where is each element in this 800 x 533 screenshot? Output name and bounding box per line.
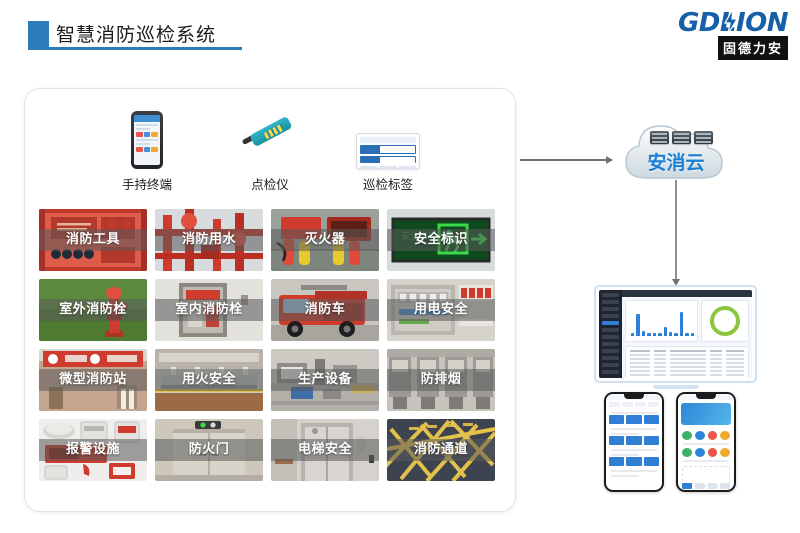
smartphone-list-view-icon[interactable] bbox=[604, 392, 664, 492]
header-accent-block bbox=[28, 21, 49, 50]
inspection-item-label: 消防车 bbox=[271, 299, 379, 321]
inspection-item[interactable]: 消防车 bbox=[271, 279, 379, 341]
device-inspection-wand: 点检仪 bbox=[230, 107, 310, 193]
inspection-item-label: 消防通道 bbox=[387, 439, 495, 461]
inspection-item-label: 微型消防站 bbox=[39, 369, 147, 391]
inspection-item[interactable]: 灭火器 bbox=[271, 209, 379, 271]
inspection-item-label: 用火安全 bbox=[155, 369, 263, 391]
inspection-item[interactable]: 消防用水 bbox=[155, 209, 263, 271]
inspection-item-label: 室内消防栓 bbox=[155, 299, 263, 321]
management-platform-monitor[interactable] bbox=[594, 285, 757, 389]
device-label: 点检仪 bbox=[251, 177, 289, 192]
inspection-item-label: 用电安全 bbox=[387, 299, 495, 321]
inspection-item[interactable]: 生产设备 bbox=[271, 349, 379, 411]
inspection-row: 室外消防栓 室内消防栓 消防车 用电安全 bbox=[39, 279, 501, 341]
dashboard-body bbox=[621, 290, 752, 378]
dashboard-sidebar bbox=[599, 290, 622, 378]
inspection-item-label: 电梯安全 bbox=[271, 439, 379, 461]
inspection-row: 报警设施 防火门 电梯安全 消防通道 bbox=[39, 419, 501, 481]
inspection-item[interactable]: 用电安全 bbox=[387, 279, 495, 341]
dashboard-topbar bbox=[621, 290, 752, 297]
inspection-item-label: 生产设备 bbox=[271, 369, 379, 391]
inspection-item-label: 安全标识 bbox=[387, 229, 495, 251]
monitor-stand bbox=[652, 385, 699, 389]
lightning-bolt-icon bbox=[724, 9, 738, 34]
inspection-item-grid: 消防工具 消防用水 灭火器 安全标识 室外消防栓 室内消防栓 消防车 用电安全 … bbox=[39, 209, 501, 489]
inspection-item[interactable]: 消防通道 bbox=[387, 419, 495, 481]
inspection-item[interactable]: 室外消防栓 bbox=[39, 279, 147, 341]
logo-wordmark-row: GDLION bbox=[653, 8, 789, 38]
logo-subtext: 固德力安 bbox=[717, 36, 788, 60]
mobile-apps bbox=[600, 392, 760, 492]
device-handheld-terminal: 手持终端 bbox=[107, 107, 187, 193]
inspection-row: 微型消防站 用火安全 生产设备 防排烟 bbox=[39, 349, 501, 411]
dashboard-bar-chart bbox=[624, 300, 699, 342]
arrow-cloud-to-platform bbox=[672, 180, 680, 286]
inspection-item[interactable]: 电梯安全 bbox=[271, 419, 379, 481]
page-title: 智慧消防巡检系统 bbox=[56, 24, 217, 46]
inspection-item-label: 报警设施 bbox=[39, 439, 147, 461]
inspection-tag-icon bbox=[343, 107, 433, 170]
cloud-label: 安消云 bbox=[647, 152, 705, 174]
inspection-item-label: 消防用水 bbox=[155, 229, 263, 251]
inspection-item[interactable]: 报警设施 bbox=[39, 419, 147, 481]
server-rack-icon bbox=[650, 131, 669, 144]
header-underline bbox=[40, 47, 242, 50]
inspection-item-label: 室外消防栓 bbox=[39, 299, 147, 321]
inspection-panel: 手持终端 点检仪 巡检标签 消防工具 消防用水 灭火器 安全标识 室外消防栓 室… bbox=[24, 88, 516, 512]
inspection-item[interactable]: 微型消防站 bbox=[39, 349, 147, 411]
inspection-item[interactable]: 室内消防栓 bbox=[155, 279, 263, 341]
inspection-item[interactable]: 防排烟 bbox=[387, 349, 495, 411]
inspection-item[interactable]: 用火安全 bbox=[155, 349, 263, 411]
desktop-monitor-icon bbox=[594, 285, 757, 383]
page-header: 智慧消防巡检系统 GDLION 固德力安 bbox=[0, 0, 800, 70]
handheld-terminal-icon bbox=[107, 107, 187, 169]
inspection-wand-icon bbox=[230, 107, 310, 169]
cloud-platform[interactable]: 安消云 bbox=[620, 112, 732, 184]
brand-logo: GDLION 固德力安 bbox=[653, 8, 789, 60]
device-inspection-tag: 巡检标签 bbox=[343, 107, 433, 193]
smartphone-home-view-icon[interactable] bbox=[676, 392, 736, 492]
arrow-devices-to-cloud bbox=[520, 156, 613, 164]
inspection-item-label: 消防工具 bbox=[39, 229, 147, 251]
inspection-item-label: 防排烟 bbox=[387, 369, 495, 391]
device-label: 巡检标签 bbox=[362, 177, 413, 192]
server-rack-icon bbox=[672, 131, 691, 144]
device-label: 手持终端 bbox=[121, 177, 172, 192]
inspection-item[interactable]: 消防工具 bbox=[39, 209, 147, 271]
server-rack-icon bbox=[694, 131, 713, 144]
inspection-item-label: 灭火器 bbox=[271, 229, 379, 251]
inspection-item[interactable]: 防火门 bbox=[155, 419, 263, 481]
inspection-item[interactable]: 安全出口 安全标识 bbox=[387, 209, 495, 271]
inspection-row: 消防工具 消防用水 灭火器 安全标识 bbox=[39, 209, 501, 271]
dashboard-data-table bbox=[624, 346, 749, 378]
dashboard-donut-chart bbox=[701, 300, 749, 342]
inspection-item-label: 防火门 bbox=[155, 439, 263, 461]
